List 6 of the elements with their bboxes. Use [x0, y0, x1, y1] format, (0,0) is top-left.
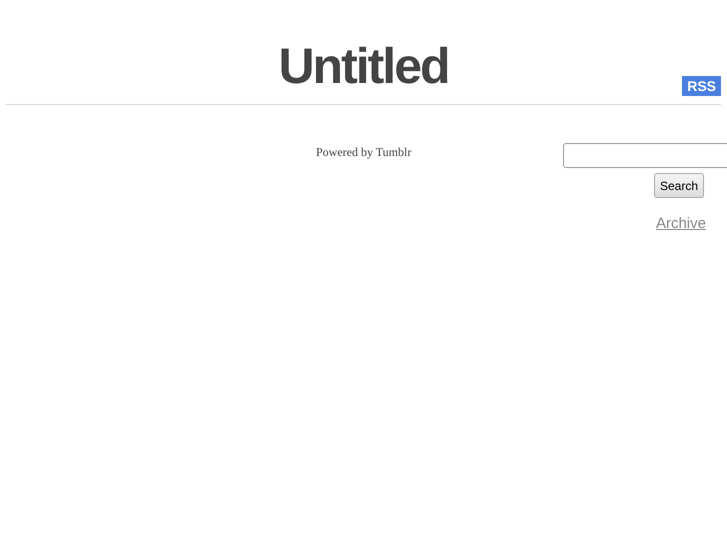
archive-link[interactable]: Archive — [656, 215, 706, 232]
powered-by-text: Powered by Tumblr — [316, 145, 412, 159]
blog-title: Untitled — [278, 37, 449, 96]
search-field[interactable] — [563, 143, 727, 168]
rss-link[interactable]: RSS — [682, 76, 721, 96]
search-button[interactable]: Search — [654, 173, 704, 198]
